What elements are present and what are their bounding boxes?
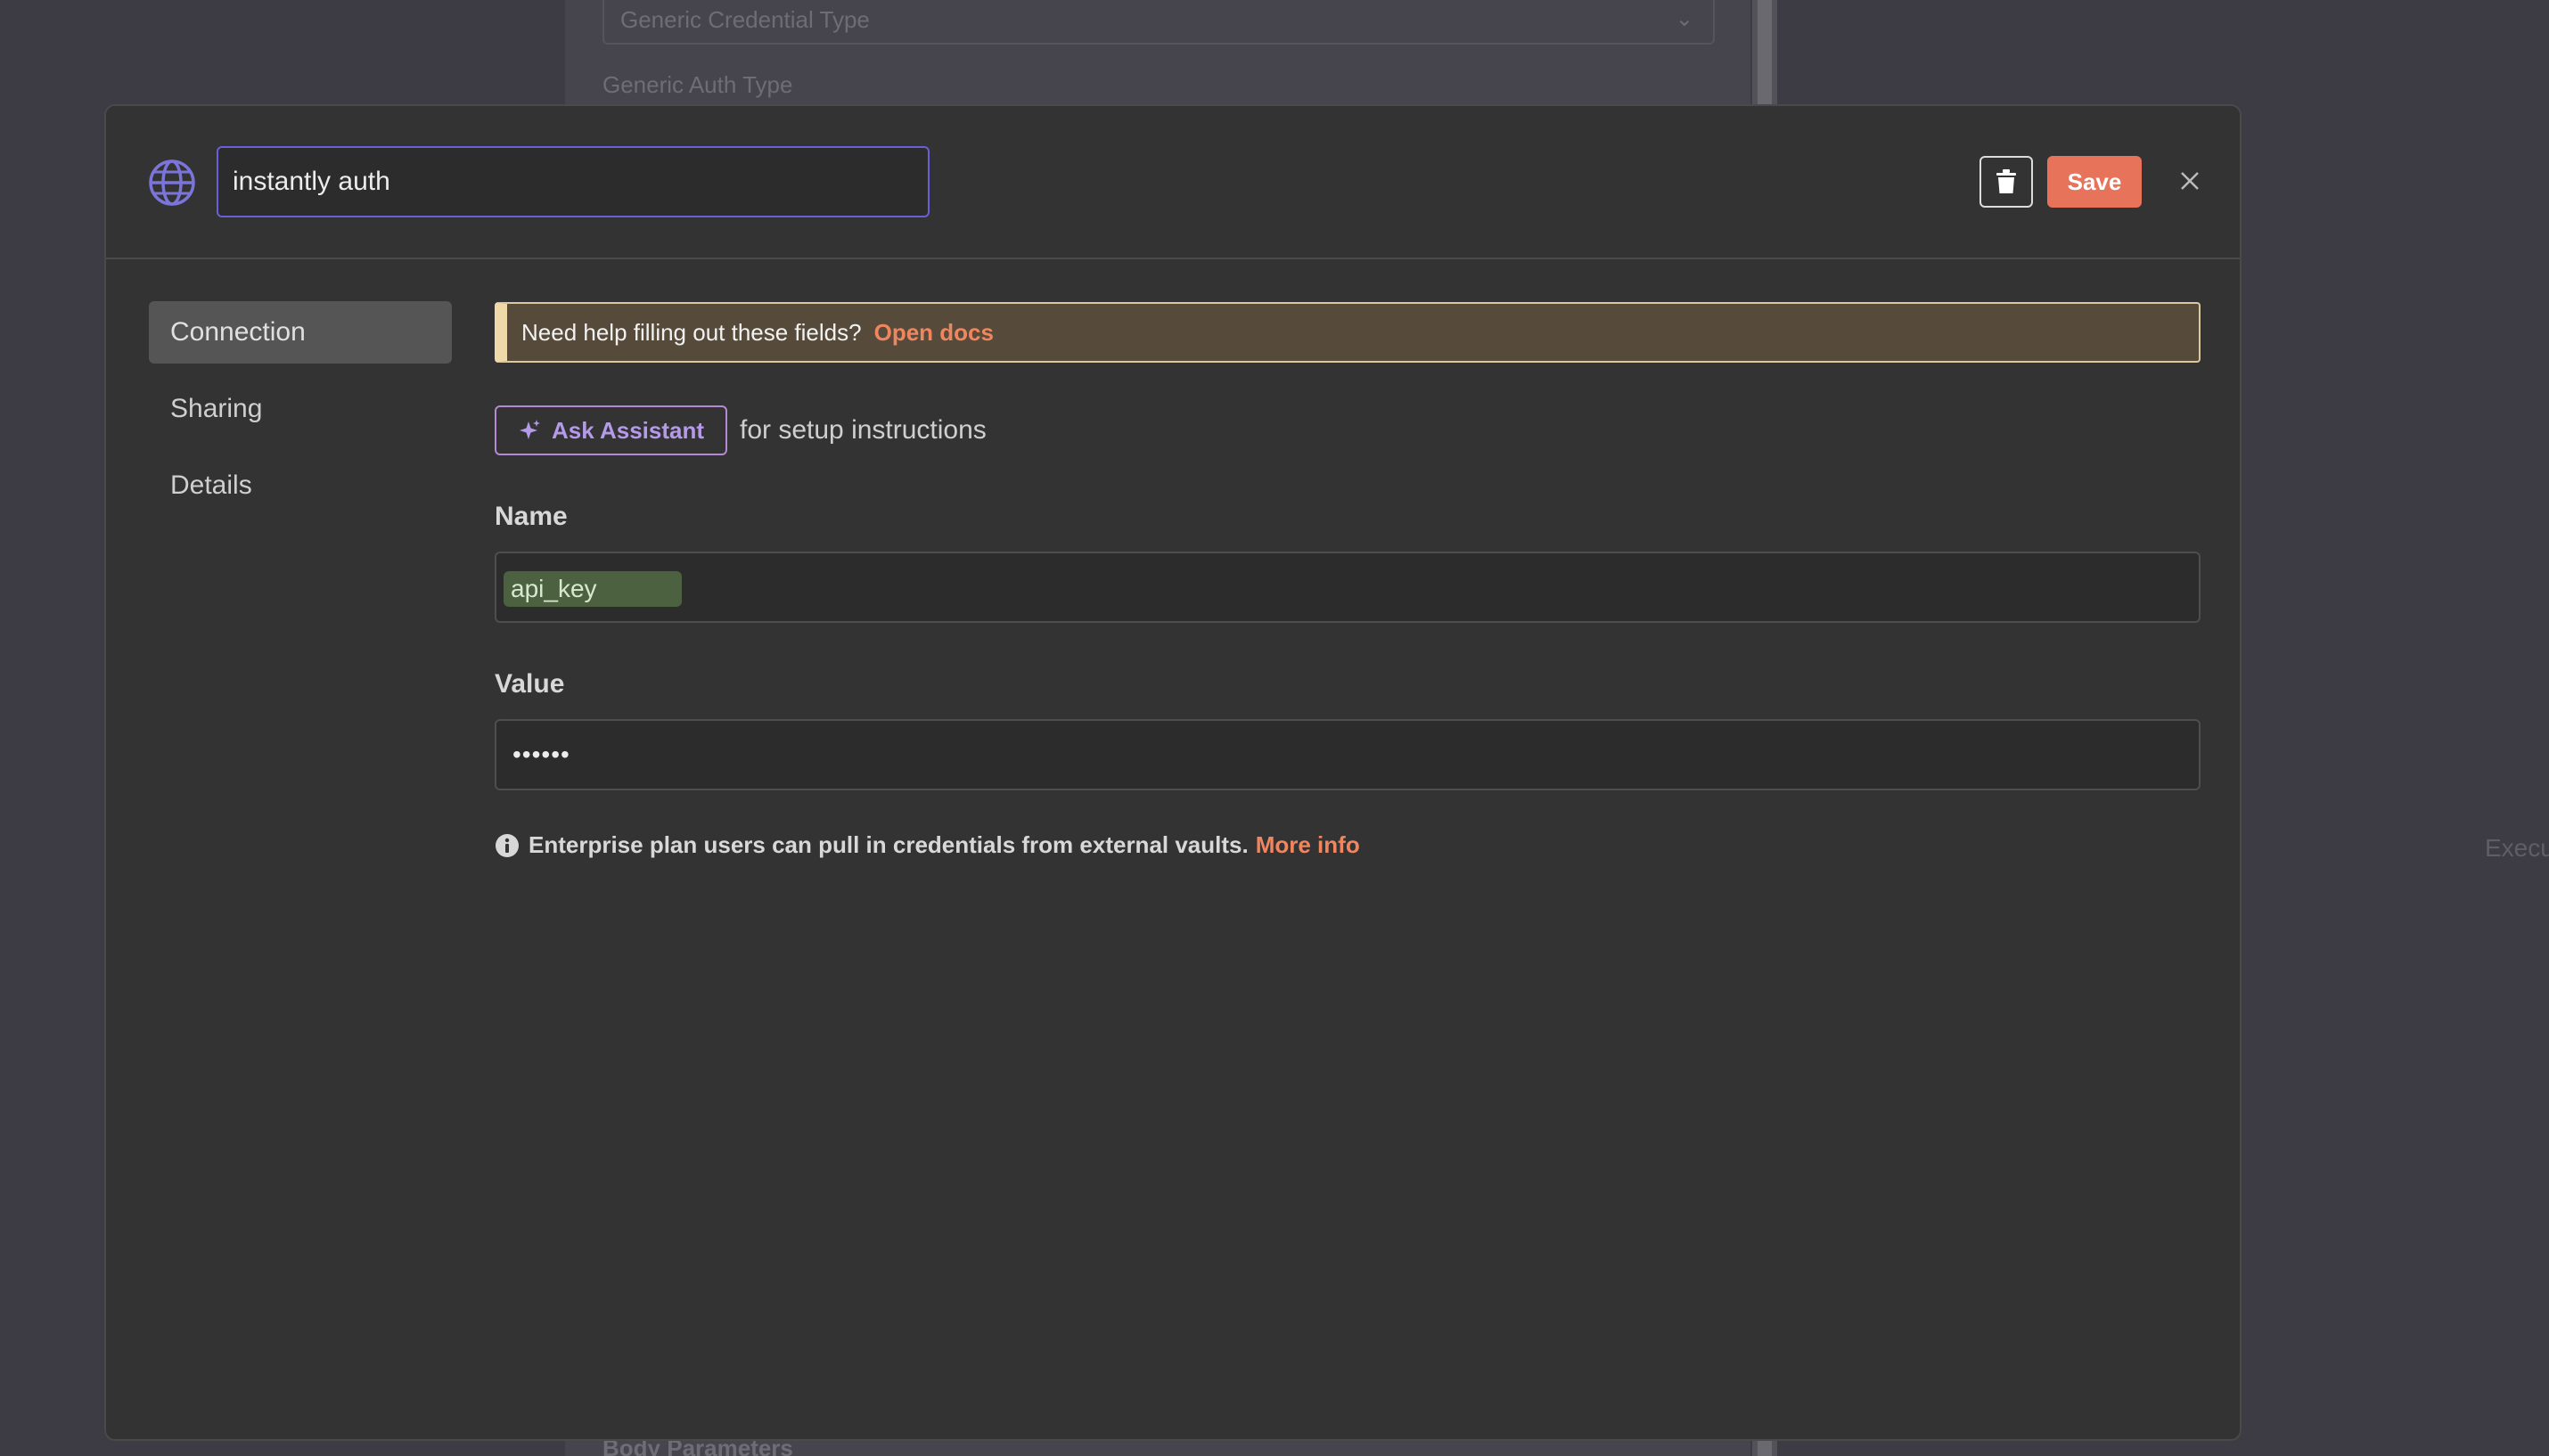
info-icon bbox=[496, 833, 519, 857]
notice-text: Need help filling out these fields? bbox=[521, 318, 862, 346]
trash-icon bbox=[1996, 169, 2016, 193]
ask-assistant-row: Ask Assistant for setup instructions bbox=[495, 405, 987, 455]
close-icon bbox=[2181, 172, 2199, 190]
delete-button[interactable] bbox=[1979, 156, 2033, 208]
more-info-link[interactable]: More info bbox=[1256, 831, 1360, 859]
sidebar-item-details[interactable]: Details bbox=[149, 454, 452, 517]
ask-assistant-label: Ask Assistant bbox=[552, 416, 704, 444]
name-field[interactable]: api_key bbox=[495, 552, 2201, 623]
ask-assistant-button[interactable]: Ask Assistant bbox=[495, 405, 727, 455]
save-button[interactable]: Save bbox=[2047, 156, 2142, 208]
value-field-masked: •••••• bbox=[512, 740, 570, 768]
modal-header: Save bbox=[106, 106, 2240, 259]
executions-label: Execu bbox=[2485, 834, 2549, 862]
ask-assistant-suffix: for setup instructions bbox=[740, 415, 987, 445]
external-vaults-info: Enterprise plan users can pull in creden… bbox=[495, 831, 1360, 859]
name-field-value: api_key bbox=[504, 571, 682, 607]
credential-name-input[interactable] bbox=[217, 146, 930, 217]
info-text: Enterprise plan users can pull in creden… bbox=[529, 831, 1249, 858]
value-field-label: Value bbox=[495, 669, 565, 699]
close-button[interactable] bbox=[2172, 163, 2208, 199]
sidebar-item-sharing[interactable]: Sharing bbox=[149, 378, 452, 440]
chevron-down-icon: ⌄ bbox=[1675, 7, 1693, 31]
sparkle-icon bbox=[520, 420, 540, 439]
value-field[interactable]: •••••• bbox=[495, 719, 2201, 790]
name-field-label: Name bbox=[495, 502, 568, 531]
credential-type-select[interactable]: Generic Credential Type ⌄ bbox=[602, 0, 1715, 45]
globe-icon bbox=[149, 160, 195, 206]
sidebar-item-connection[interactable]: Connection bbox=[149, 301, 452, 364]
credential-modal: Save Connection Sharing Details Need hel… bbox=[104, 104, 2242, 1441]
open-docs-link[interactable]: Open docs bbox=[874, 319, 994, 347]
auth-type-label: Generic Auth Type bbox=[602, 71, 793, 98]
docs-notice: Need help filling out these fields? Open… bbox=[495, 302, 2201, 363]
credential-type-value: Generic Credential Type bbox=[620, 6, 870, 33]
